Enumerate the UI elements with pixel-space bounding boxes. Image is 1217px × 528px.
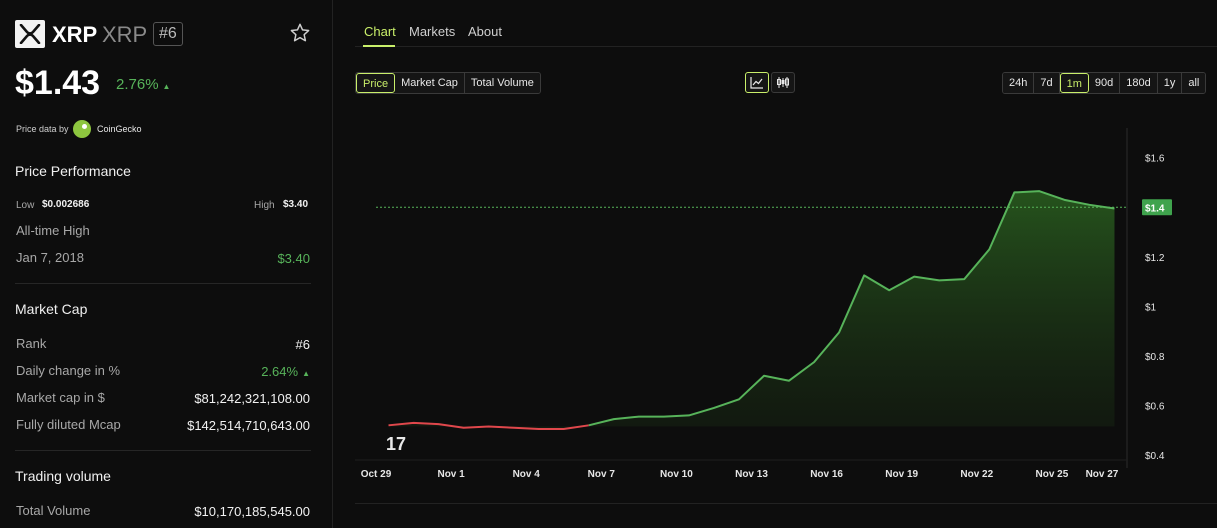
x-tick-label: Oct 29 xyxy=(361,469,392,480)
tab-markets[interactable]: Markets xyxy=(409,24,455,39)
y-tick-label: $1 xyxy=(1145,302,1157,313)
fdv-label: Fully diluted Mcap xyxy=(16,417,121,432)
daily-change-value: 2.64% ▲ xyxy=(261,364,310,379)
active-tab-indicator xyxy=(363,45,395,47)
bottom-divider xyxy=(355,503,1217,504)
high-label: High xyxy=(254,200,275,211)
x-tick-label: Nov 7 xyxy=(588,469,616,480)
range-all-button[interactable]: all xyxy=(1182,73,1206,93)
rank-badge: #6 xyxy=(153,22,183,46)
divider xyxy=(15,450,311,451)
range-180d-button[interactable]: 180d xyxy=(1120,73,1158,93)
coin-info-panel: XRP XRP #6 $1.43 2.76% ▲ Price data by Co… xyxy=(0,0,333,528)
price-area-fill xyxy=(388,191,1115,430)
current-price: $1.43 xyxy=(15,64,101,102)
price-data-label: Price data by xyxy=(16,124,69,134)
y-tick-label: $1.6 xyxy=(1145,154,1165,165)
ath-date: Jan 7, 2018 xyxy=(16,250,84,265)
x-tick-label: Nov 19 xyxy=(885,469,918,480)
up-arrow-icon: ▲ xyxy=(302,369,310,378)
x-tick-label: Nov 10 xyxy=(660,469,693,480)
rank-value: #6 xyxy=(295,337,310,352)
tab-divider xyxy=(355,46,1217,47)
coin-name: XRP xyxy=(102,22,148,47)
coin-symbol: XRP xyxy=(52,22,98,47)
price-change: 2.76% ▲ xyxy=(116,76,170,93)
ath-value: $3.40 xyxy=(277,251,310,266)
x-tick-label: Nov 27 xyxy=(1086,469,1119,480)
high-value: $3.40 xyxy=(283,199,309,210)
price-performance-title: Price Performance xyxy=(15,163,131,179)
market-cap-label: Market cap in $ xyxy=(16,390,105,405)
coingecko-link[interactable]: CoinGecko xyxy=(97,124,142,134)
svg-text:17: 17 xyxy=(386,434,406,454)
range-24h-button[interactable]: 24h xyxy=(1003,73,1035,93)
ath-label: All-time High xyxy=(16,223,90,238)
x-tick-label: Nov 16 xyxy=(810,469,843,480)
y-tick-label: $1.2 xyxy=(1145,253,1165,264)
range-7d-button[interactable]: 7d xyxy=(1034,73,1060,93)
current-price-tag-label: $1.4 xyxy=(1145,203,1165,214)
trading-volume-title: Trading volume xyxy=(15,468,111,484)
up-arrow-icon: ▲ xyxy=(162,82,171,91)
metric-selector: Price Market Cap Total Volume xyxy=(355,72,541,94)
market-cap-title: Market Cap xyxy=(15,301,88,317)
total-volume-label: Total Volume xyxy=(16,503,91,518)
rank-label: Rank xyxy=(16,336,47,351)
line-chart-button[interactable] xyxy=(745,72,769,93)
price-button[interactable]: Price xyxy=(356,73,396,93)
y-tick-label: $0.8 xyxy=(1145,352,1165,363)
tab-chart[interactable]: Chart xyxy=(364,24,396,39)
range-90d-button[interactable]: 90d xyxy=(1088,73,1121,93)
price-change-value: 2.76% xyxy=(116,76,159,93)
tab-about[interactable]: About xyxy=(468,24,502,39)
low-label: Low xyxy=(16,200,35,211)
price-chart[interactable]: $0.4$0.6$0.8$1$1.2$1.4$1.6$1.4Oct 29Nov … xyxy=(334,120,1217,490)
y-tick-label: $0.6 xyxy=(1145,401,1165,412)
divider xyxy=(15,283,311,284)
range-1y-button[interactable]: 1y xyxy=(1157,73,1183,93)
chart-panel: Chart Markets About Price Market Cap Tot… xyxy=(334,0,1217,528)
y-tick-label: $0.4 xyxy=(1145,451,1165,462)
total-volume-value: $10,170,185,545.00 xyxy=(194,504,310,519)
time-range-selector: 24h 7d 1m 90d 180d 1y all xyxy=(1002,72,1207,94)
star-icon[interactable] xyxy=(289,22,311,44)
tradingview-logo-icon: 17 xyxy=(386,434,406,454)
daily-change-label: Daily change in % xyxy=(16,363,121,378)
x-tick-label: Nov 13 xyxy=(735,469,768,480)
line-chart-icon xyxy=(750,77,763,89)
daily-change-number: 2.64% xyxy=(261,364,299,379)
coingecko-icon[interactable] xyxy=(73,120,91,138)
x-tick-label: Nov 22 xyxy=(960,469,993,480)
range-1m-button[interactable]: 1m xyxy=(1059,73,1089,93)
candlestick-button[interactable] xyxy=(771,72,795,93)
x-tick-label: Nov 4 xyxy=(513,469,541,480)
market-cap-value: $81,242,321,108.00 xyxy=(194,391,310,406)
x-tick-label: Nov 1 xyxy=(437,469,465,480)
candlestick-icon xyxy=(777,77,789,88)
xrp-logo-icon xyxy=(15,20,45,48)
x-tick-label: Nov 25 xyxy=(1036,469,1069,480)
fdv-value: $142,514,710,643.00 xyxy=(187,418,310,433)
low-value: $0.002686 xyxy=(42,199,90,210)
total-volume-button[interactable]: Total Volume xyxy=(464,73,540,93)
market-cap-button[interactable]: Market Cap xyxy=(395,73,465,93)
